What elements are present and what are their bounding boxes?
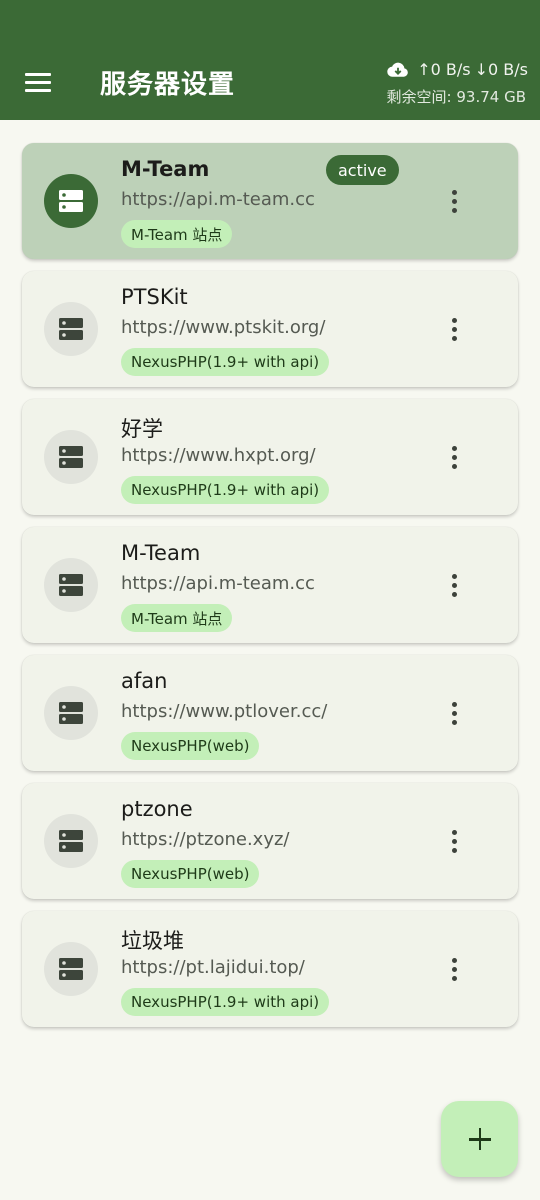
server-avatar [44,558,98,612]
more-vert-icon[interactable] [442,571,466,599]
server-name: ptzone [121,797,193,821]
server-icon [59,830,83,852]
server-url: https://pt.lajidui.top/ [121,957,305,978]
server-avatar [44,942,98,996]
server-card[interactable]: 垃圾堆 https://pt.lajidui.top/ NexusPHP(1.9… [22,911,518,1027]
server-url: https://www.hxpt.org/ [121,445,316,466]
server-card[interactable]: PTSKit https://www.ptskit.org/ NexusPHP(… [22,271,518,387]
server-type-tag: NexusPHP(1.9+ with api) [121,476,330,504]
cloud-download-icon [387,62,409,77]
server-card[interactable]: M-Team active https://api.m-team.cc M-Te… [22,143,518,259]
server-type-tag: NexusPHP(1.9+ with api) [121,348,330,376]
server-type-tag: NexusPHP(web) [121,860,260,888]
server-name: M-Team [121,541,201,565]
server-url: https://api.m-team.cc [121,189,315,210]
add-server-button[interactable] [441,1101,518,1177]
active-badge: active [326,155,399,185]
server-url: https://www.ptlover.cc/ [121,701,328,722]
server-avatar [44,814,98,868]
app-bar: 服务器设置 ↑0 B/s ↓0 B/s 剩余空间: 93.74 GB [0,0,540,120]
page-title: 服务器设置 [100,70,236,100]
add-icon [468,1128,491,1150]
free-storage: 剩余空间: 93.74 GB [386,88,526,106]
server-url: https://www.ptskit.org/ [121,317,326,338]
server-name: afan [121,669,168,693]
server-url: https://ptzone.xyz/ [121,829,290,850]
server-card[interactable]: M-Team https://api.m-team.cc M-Team 站点 [22,527,518,643]
server-avatar [44,686,98,740]
server-icon [59,446,83,468]
server-name: 好学 [121,417,163,441]
server-icon [59,190,83,212]
server-name: PTSKit [121,285,188,309]
menu-icon[interactable] [18,62,58,102]
download-speed: ↓0 B/s [474,60,528,79]
server-avatar [44,430,98,484]
server-card[interactable]: afan https://www.ptlover.cc/ NexusPHP(we… [22,655,518,771]
server-type-tag: NexusPHP(web) [121,732,260,760]
server-type-tag: M-Team 站点 [121,604,233,632]
server-avatar [44,174,98,228]
server-type-tag: NexusPHP(1.9+ with api) [121,988,330,1016]
server-icon [59,318,83,340]
server-card[interactable]: 好学 https://www.hxpt.org/ NexusPHP(1.9+ w… [22,399,518,515]
server-url: https://api.m-team.cc [121,573,315,594]
server-name: 垃圾堆 [121,929,184,953]
server-type-tag: M-Team 站点 [121,220,233,248]
more-vert-icon[interactable] [442,315,466,343]
server-name: M-Team [121,157,210,181]
server-icon [59,574,83,596]
upload-speed: ↑0 B/s [417,60,471,79]
more-vert-icon[interactable] [442,443,466,471]
transfer-speed: ↑0 B/s ↓0 B/s [387,60,528,79]
more-vert-icon[interactable] [442,827,466,855]
server-card[interactable]: ptzone https://ptzone.xyz/ NexusPHP(web) [22,783,518,899]
more-vert-icon[interactable] [442,955,466,983]
server-list: M-Team active https://api.m-team.cc M-Te… [22,143,518,1039]
server-icon [59,958,83,980]
more-vert-icon[interactable] [442,187,466,215]
server-icon [59,702,83,724]
server-avatar [44,302,98,356]
more-vert-icon[interactable] [442,699,466,727]
